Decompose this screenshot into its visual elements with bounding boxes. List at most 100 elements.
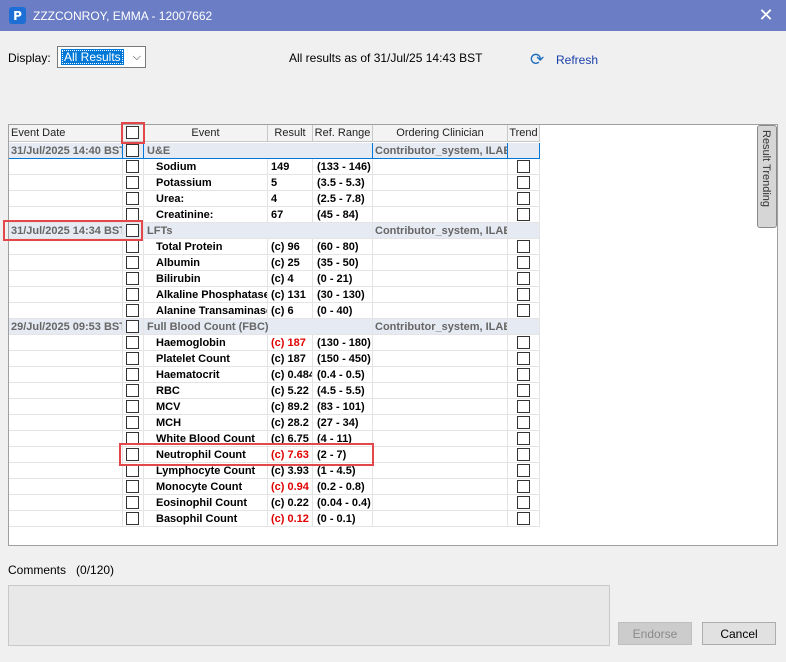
- trend-checkbox[interactable]: [517, 512, 530, 525]
- row-select-checkbox[interactable]: [126, 512, 139, 525]
- result-value-cell: (c) 6: [268, 303, 313, 319]
- column-header-ref-range[interactable]: Ref. Range: [313, 125, 373, 142]
- row-select-checkbox[interactable]: [126, 224, 139, 237]
- trend-checkbox[interactable]: [517, 432, 530, 445]
- row-select-checkbox[interactable]: [126, 160, 139, 173]
- results-as-of-text: All results as of 31/Jul/25 14:43 BST: [289, 51, 483, 65]
- row-select-checkbox[interactable]: [126, 144, 139, 157]
- trend-checkbox[interactable]: [517, 272, 530, 285]
- trend-cell: [508, 383, 540, 399]
- empty-cell: [373, 495, 508, 511]
- row-select-checkbox[interactable]: [126, 384, 139, 397]
- row-select-checkbox[interactable]: [126, 208, 139, 221]
- column-header-ordering-clinician[interactable]: Ordering Clinician: [373, 125, 508, 142]
- result-value-cell: (c) 187: [268, 335, 313, 351]
- empty-cell: [373, 511, 508, 527]
- row-select-checkbox[interactable]: [126, 240, 139, 253]
- select-cell: [123, 271, 144, 287]
- trend-checkbox[interactable]: [517, 176, 530, 189]
- trend-checkbox[interactable]: [517, 480, 530, 493]
- trend-checkbox[interactable]: [517, 416, 530, 429]
- result-name-cell: Basophil Count: [144, 511, 268, 527]
- result-value-cell: 67: [268, 207, 313, 223]
- trend-checkbox[interactable]: [517, 352, 530, 365]
- trend-checkbox[interactable]: [517, 160, 530, 173]
- row-select-checkbox[interactable]: [126, 336, 139, 349]
- row-select-checkbox[interactable]: [126, 288, 139, 301]
- row-select-checkbox[interactable]: [126, 320, 139, 333]
- ordering-clinician-cell: Contributor_system, ILAB: [373, 143, 508, 159]
- column-header-result[interactable]: Result: [268, 125, 313, 142]
- select-all-checkbox[interactable]: [126, 126, 139, 139]
- trend-checkbox[interactable]: [517, 464, 530, 477]
- column-header-trend[interactable]: Trend: [508, 125, 540, 142]
- event-date-cell: 31/Jul/2025 14:34 BST: [9, 223, 123, 239]
- row-select-checkbox[interactable]: [126, 480, 139, 493]
- ref-range-cell: (35 - 50): [313, 255, 373, 271]
- row-select-checkbox[interactable]: [126, 272, 139, 285]
- column-header-event-date[interactable]: Event Date: [9, 125, 123, 142]
- row-select-checkbox[interactable]: [126, 416, 139, 429]
- select-cell: [123, 239, 144, 255]
- row-select-checkbox[interactable]: [126, 400, 139, 413]
- refresh-button[interactable]: ⟳ Refresh: [530, 51, 598, 69]
- row-select-checkbox[interactable]: [126, 464, 139, 477]
- empty-cell: [373, 367, 508, 383]
- empty-cell: [9, 399, 123, 415]
- ref-range-cell: (2.5 - 7.8): [313, 191, 373, 207]
- row-select-checkbox[interactable]: [126, 368, 139, 381]
- comments-textarea[interactable]: [8, 585, 610, 646]
- row-select-checkbox[interactable]: [126, 448, 139, 461]
- trend-checkbox[interactable]: [517, 368, 530, 381]
- row-select-checkbox[interactable]: [126, 304, 139, 317]
- result-name-cell: Bilirubin: [144, 271, 268, 287]
- app-logo-icon: P: [9, 7, 26, 24]
- trend-checkbox[interactable]: [517, 208, 530, 221]
- result-trending-tab-label: Result Trending: [760, 130, 772, 208]
- row-select-checkbox[interactable]: [126, 432, 139, 445]
- event-date-cell: 29/Jul/2025 09:53 BST: [9, 319, 123, 335]
- close-icon[interactable]: ✕: [746, 0, 786, 31]
- trend-checkbox[interactable]: [517, 240, 530, 253]
- result-value-cell: (c) 187: [268, 351, 313, 367]
- event-date-cell: 31/Jul/2025 14:40 BST: [9, 143, 123, 159]
- endorse-button[interactable]: Endorse: [618, 622, 692, 645]
- select-cell: [123, 207, 144, 223]
- ref-range-cell: (0.04 - 0.4): [313, 495, 373, 511]
- empty-cell: [373, 463, 508, 479]
- cancel-button[interactable]: Cancel: [702, 622, 776, 645]
- trend-checkbox[interactable]: [517, 192, 530, 205]
- trend-checkbox[interactable]: [517, 336, 530, 349]
- refresh-link[interactable]: Refresh: [556, 53, 598, 67]
- display-select[interactable]: All Results ⌵: [57, 46, 146, 68]
- select-cell: [123, 287, 144, 303]
- empty-cell: [373, 351, 508, 367]
- trend-checkbox[interactable]: [517, 304, 530, 317]
- row-select-checkbox[interactable]: [126, 256, 139, 269]
- trend-cell: [508, 415, 540, 431]
- trend-checkbox[interactable]: [517, 256, 530, 269]
- result-trending-tab[interactable]: Result Trending: [757, 125, 777, 228]
- empty-cell: [373, 271, 508, 287]
- result-name-cell: Urea:: [144, 191, 268, 207]
- trend-checkbox[interactable]: [517, 288, 530, 301]
- row-select-checkbox[interactable]: [126, 496, 139, 509]
- row-select-checkbox[interactable]: [126, 192, 139, 205]
- trend-checkbox[interactable]: [517, 448, 530, 461]
- ordering-clinician-cell: Contributor_system, ILAB: [373, 223, 508, 239]
- select-cell: [123, 223, 144, 239]
- empty-cell: [9, 287, 123, 303]
- row-select-checkbox[interactable]: [126, 352, 139, 365]
- empty-cell: [9, 431, 123, 447]
- trend-checkbox[interactable]: [517, 384, 530, 397]
- trend-checkbox[interactable]: [517, 400, 530, 413]
- result-name-cell: Haematocrit: [144, 367, 268, 383]
- trend-cell: [508, 175, 540, 191]
- result-value-cell: 5: [268, 175, 313, 191]
- column-header-event[interactable]: Event: [144, 125, 268, 142]
- trend-checkbox[interactable]: [517, 496, 530, 509]
- comments-label: Comments (0/120): [8, 563, 114, 577]
- ref-range-cell: (2 - 7): [313, 447, 373, 463]
- row-select-checkbox[interactable]: [126, 176, 139, 189]
- select-cell: [123, 159, 144, 175]
